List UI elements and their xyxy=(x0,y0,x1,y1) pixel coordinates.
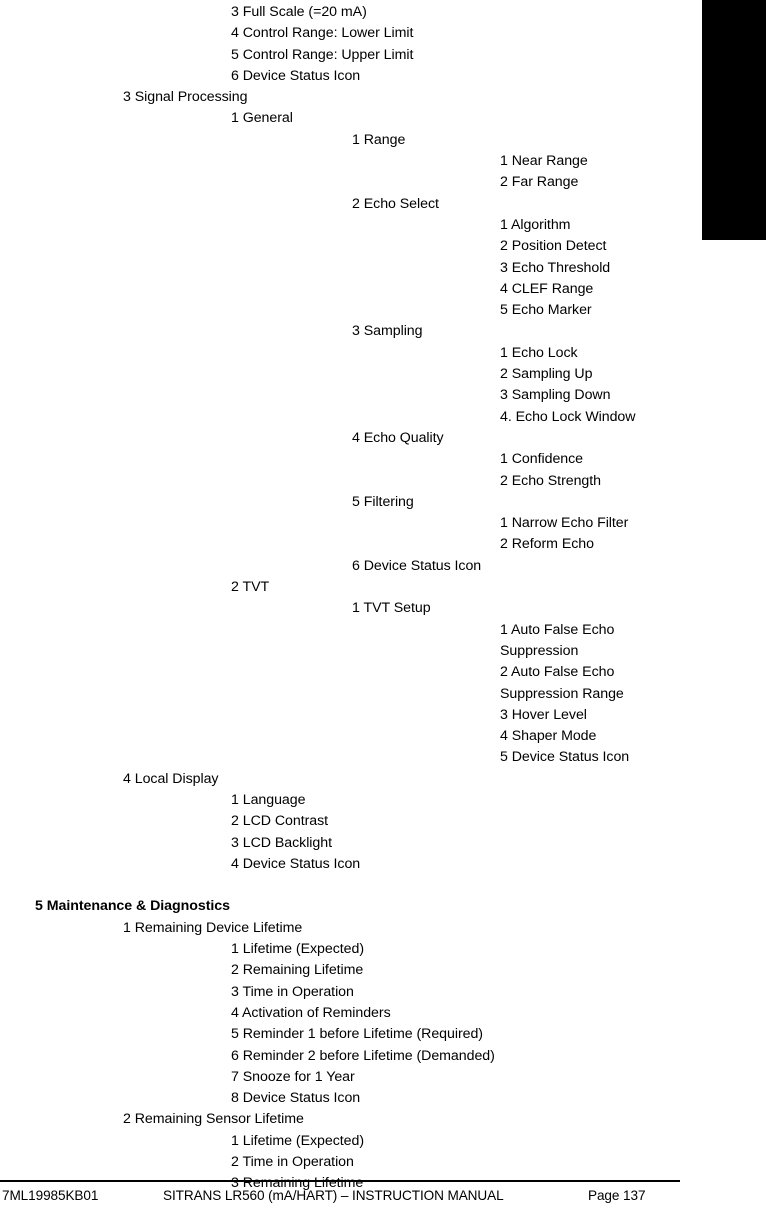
outline-item: 5 Reminder 1 before Lifetime (Required) xyxy=(231,1026,483,1043)
outline-item: 3 Time in Operation xyxy=(231,983,354,1000)
outline-item: 1 Range xyxy=(352,131,406,148)
outline-item: Suppression xyxy=(500,642,579,659)
outline-item: 3 Sampling xyxy=(352,323,423,340)
outline-item: 5 Filtering xyxy=(352,493,414,510)
outline-item: 3 Hover Level xyxy=(500,706,587,723)
outline-item: 2 Far Range xyxy=(500,174,579,191)
outline-item: 4 Echo Quality xyxy=(352,429,444,446)
outline-item: 5 Control Range: Upper Limit xyxy=(231,46,414,63)
outline-item: 1 Near Range xyxy=(500,153,588,170)
outline-item: 2 Reform Echo xyxy=(500,536,594,553)
outline-item: 4 Activation of Reminders xyxy=(231,1004,391,1021)
outline-item xyxy=(0,875,702,896)
outline-item: 6 Device Status Icon xyxy=(352,557,482,574)
outline-item: 1 Confidence xyxy=(500,451,584,468)
outline-item: 6 Reminder 2 before Lifetime (Demanded) xyxy=(231,1047,495,1064)
outline-item: 4 CLEF Range xyxy=(500,280,594,297)
outline-item: 3 Sampling Down xyxy=(500,387,611,404)
outline-item: 1 Narrow Echo Filter xyxy=(500,515,629,532)
outline-item: 3 Echo Threshold xyxy=(500,259,611,276)
outline-item: 1 Echo Lock xyxy=(500,344,578,361)
outline-item: Suppression Range xyxy=(500,685,624,702)
outline-item: 5 Echo Marker xyxy=(500,302,592,319)
outline-item: 3 LCD Backlight xyxy=(231,834,332,851)
outline-item: 4 Control Range: Lower Limit xyxy=(231,25,414,42)
outline-section-heading: 5 Maintenance & Diagnostics xyxy=(35,898,230,915)
outline-item: 7 Snooze for 1 Year xyxy=(231,1068,355,1085)
menu-structure-outline: 3 Full Scale (=20 mA) 4 Control Range: Lo… xyxy=(0,0,702,1195)
outline-item: 2 Echo Select xyxy=(352,195,439,212)
outline-item: 2 LCD Contrast xyxy=(231,813,329,830)
outline-item: 8 Device Status Icon xyxy=(231,1090,361,1107)
outline-item: 2 Auto False Echo xyxy=(500,664,615,681)
outline-item: 1 Lifetime (Expected) xyxy=(231,941,365,958)
chapter-thumb-tab: F: HART Communications xyxy=(702,0,766,240)
footer-page-number: Page 137 xyxy=(588,1188,646,1203)
outline-item: 2 Position Detect xyxy=(500,238,607,255)
outline-item: 4 Shaper Mode xyxy=(500,728,597,745)
outline-item: 2 Time in Operation xyxy=(231,1154,354,1171)
footer-divider xyxy=(0,1180,680,1182)
outline-item: 5 Device Status Icon xyxy=(500,749,630,766)
outline-item: 2 TVT xyxy=(231,579,270,596)
outline-item: 4 Device Status Icon xyxy=(231,855,361,872)
outline-item: 1 Lifetime (Expected) xyxy=(231,1132,365,1149)
outline-item: 4 Local Display xyxy=(123,770,219,787)
outline-item: 1 Remaining Device Lifetime xyxy=(123,919,303,936)
outline-item: 2 Echo Strength xyxy=(500,472,601,489)
outline-item: 3 Full Scale (=20 mA) xyxy=(231,4,367,20)
outline-item: 3 Signal Processing xyxy=(123,89,248,106)
footer-document-code: 7ML19985KB01 xyxy=(2,1188,99,1203)
outline-item: 1 TVT Setup xyxy=(352,600,431,617)
outline-item: 2 Remaining Sensor Lifetime xyxy=(123,1111,304,1128)
outline-item: 2 Sampling Up xyxy=(500,366,593,383)
outline-item: 1 Algorithm xyxy=(500,216,571,233)
outline-item: 1 Auto False Echo xyxy=(500,621,615,638)
footer-manual-title: SITRANS LR560 (mA/HART) – INSTRUCTION MA… xyxy=(163,1188,504,1203)
outline-item: 1 General xyxy=(231,110,293,127)
outline-item: 1 Language xyxy=(231,791,306,808)
outline-item: 4. Echo Lock Window xyxy=(500,408,636,425)
outline-item: 6 Device Status Icon xyxy=(231,67,361,84)
outline-item: 2 Remaining Lifetime xyxy=(231,962,364,979)
